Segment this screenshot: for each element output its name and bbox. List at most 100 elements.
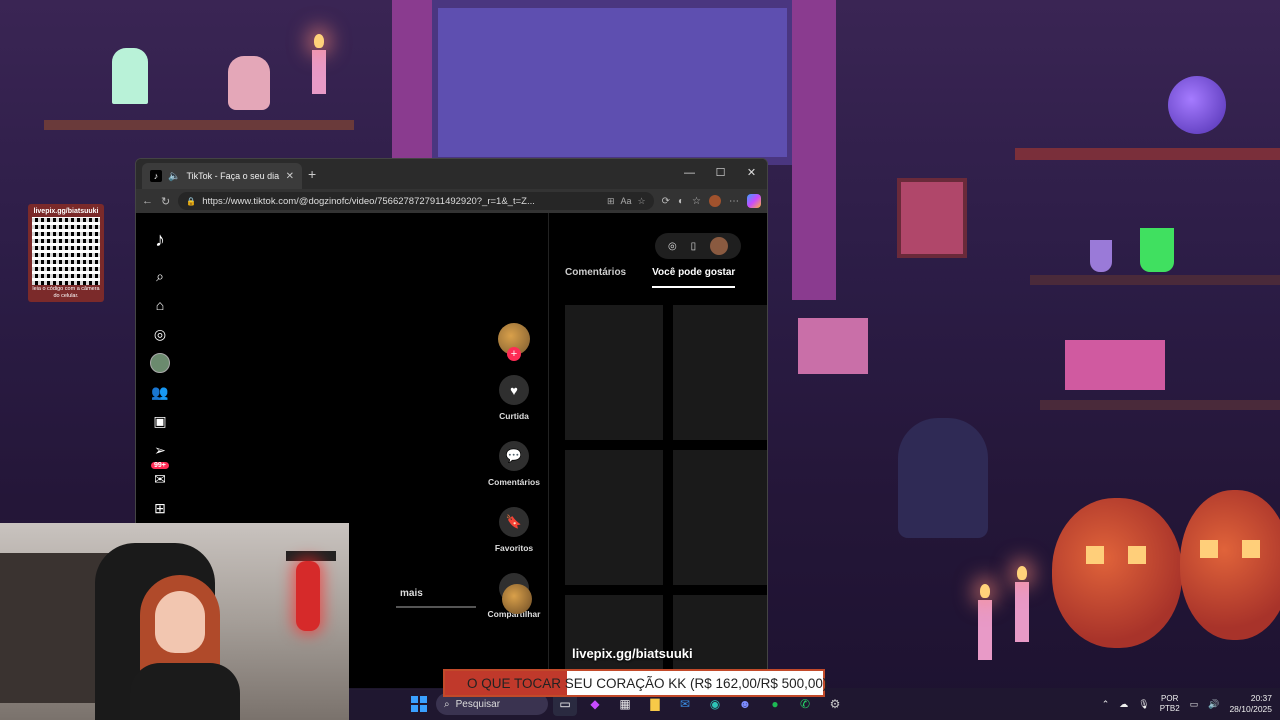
tab-title: TikTok - Faça o seu dia	[186, 171, 280, 181]
inbox-badge: 99+	[151, 462, 169, 469]
top-controls: ◎ ▯	[655, 233, 741, 259]
upload-icon[interactable]: ⊞	[149, 497, 171, 519]
address-bar-row: ← ↻ 🔒 https://www.tiktok.com/@dogzinofc/…	[136, 189, 767, 213]
music-disc-icon[interactable]	[502, 584, 532, 614]
video-thumbnail[interactable]	[565, 305, 663, 440]
bg-curtain-left	[392, 0, 432, 180]
bg-flame-3	[1017, 566, 1027, 580]
url-text[interactable]: https://www.tiktok.com/@dogzinofc/video/…	[202, 196, 601, 207]
favorite-star-icon[interactable]: ☆	[638, 196, 646, 207]
video-thumbnail[interactable]	[673, 450, 767, 585]
bg-shelf	[44, 120, 354, 130]
close-icon[interactable]: ✕	[736, 159, 767, 189]
video-thumbnail[interactable]	[673, 305, 767, 440]
heart-icon[interactable]: ♥	[499, 375, 529, 405]
profile-nav-icon[interactable]	[149, 352, 171, 374]
window-controls: — ☐ ✕	[674, 159, 767, 189]
favorites-icon[interactable]: ☆	[692, 196, 701, 207]
bg-green-flask	[1140, 228, 1174, 272]
bookmark-icon[interactable]: 🔖	[498, 507, 529, 537]
address-bar[interactable]: 🔒 https://www.tiktok.com/@dogzinofc/vide…	[178, 192, 654, 210]
comment-action[interactable]: 💬 Comentários	[488, 441, 540, 487]
language-indicator[interactable]: POR PTB2	[1160, 694, 1180, 714]
settings-icon[interactable]: ⚙	[823, 692, 847, 716]
volume-icon[interactable]: 🔊	[1208, 699, 1219, 710]
system-tray: ⌃ ☁ 🎙 POR PTB2 ▭ 🔊 20:37 28/10/2025	[1102, 688, 1272, 720]
refresh-icon[interactable]: ↻	[161, 195, 170, 208]
explore-icon[interactable]: ◎	[149, 323, 171, 345]
maximize-icon[interactable]: ☐	[705, 159, 736, 189]
split-screen-icon[interactable]: ◐	[678, 196, 684, 207]
livepix-link-text: livepix.gg/biatsuuki	[572, 646, 693, 661]
display-icon[interactable]: ▭	[1190, 699, 1199, 710]
profile-avatar[interactable]	[709, 195, 721, 207]
tiktok-logo-icon[interactable]: ♪	[149, 229, 171, 251]
tab-close-icon[interactable]: ✕	[286, 171, 294, 182]
lock-icon[interactable]: 🔒	[186, 197, 196, 206]
search-icon[interactable]: ⌕	[149, 265, 171, 287]
live-icon[interactable]: ▣	[149, 410, 171, 432]
lang-top: POR	[1161, 694, 1179, 703]
new-tab-icon[interactable]: +	[308, 166, 316, 182]
bg-skull	[228, 56, 270, 110]
search-placeholder: Pesquisar	[455, 698, 501, 710]
inbox-icon[interactable]: 99+ ✉	[149, 462, 171, 490]
bg-flask	[1090, 240, 1112, 272]
tab-bar: ♪ 🔈 TikTok - Faça o seu dia ✕ + — ☐ ✕	[136, 159, 767, 189]
recommended-grid	[565, 305, 767, 689]
like-action[interactable]: ♥ Curtida	[499, 375, 529, 421]
webcam-person-body	[130, 663, 240, 720]
bg-curtain-right	[792, 0, 836, 300]
clock[interactable]: 20:37 28/10/2025	[1229, 693, 1272, 715]
apps-icon[interactable]: ⊞	[607, 196, 615, 207]
favorite-action[interactable]: 🔖 Favoritos	[495, 507, 533, 553]
webcam-microphone	[296, 561, 320, 631]
minimize-icon[interactable]: —	[674, 159, 705, 189]
browser-tab[interactable]: ♪ 🔈 TikTok - Faça o seu dia ✕	[142, 163, 302, 189]
webcam-mic-arm	[286, 551, 336, 561]
more-link[interactable]: mais	[400, 588, 423, 599]
webcam-overlay	[0, 523, 349, 720]
video-progress-bar[interactable]	[396, 606, 476, 608]
follow-plus-icon[interactable]: +	[507, 347, 521, 361]
tab-you-may-like[interactable]: Você pode gostar	[652, 267, 736, 288]
read-aloud-icon[interactable]: Aa	[621, 196, 632, 206]
send-icon[interactable]: ➢	[149, 439, 171, 461]
back-icon[interactable]: ←	[142, 195, 153, 207]
bg-shelf-right-3	[1040, 400, 1280, 410]
chevron-up-icon[interactable]: ⌃	[1102, 699, 1110, 710]
comment-icon[interactable]: 💬	[499, 441, 529, 471]
livepix-qr-widget: livepix.gg/biatsuuki leia o código com a…	[28, 204, 104, 302]
home-icon[interactable]: ⌂	[149, 294, 171, 316]
tiktok-favicon-icon: ♪	[150, 170, 162, 182]
bg-cat-picture	[897, 178, 967, 258]
following-icon[interactable]: 👥	[149, 381, 171, 403]
mic-tray-icon[interactable]: 🎙	[1138, 699, 1149, 710]
bg-flame-2	[980, 584, 990, 598]
copilot-icon[interactable]	[747, 194, 761, 208]
bg-books	[798, 318, 868, 374]
compass-icon[interactable]: ◎	[668, 241, 677, 252]
like-label: Curtida	[499, 411, 529, 421]
tab-comments[interactable]: Comentários	[565, 267, 626, 288]
search-icon: ⌕	[444, 698, 450, 710]
webcam-person-face	[155, 591, 205, 653]
video-thumbnail[interactable]	[565, 450, 663, 585]
clock-time: 20:37	[1250, 693, 1272, 703]
comment-label: Comentários	[488, 477, 540, 487]
more-options-icon[interactable]: ⋯	[729, 196, 739, 207]
user-avatar[interactable]	[710, 237, 729, 255]
device-icon[interactable]: ▯	[691, 241, 697, 252]
bg-box	[1065, 340, 1165, 390]
windows-start-icon[interactable]	[411, 696, 427, 712]
speaker-icon[interactable]: 🔈	[168, 171, 180, 182]
bg-pumpkin-right	[1180, 490, 1280, 640]
lang-bottom: PTB2	[1159, 704, 1180, 713]
creator-avatar[interactable]: +	[498, 323, 530, 361]
bg-shelf-right-2	[1030, 275, 1280, 285]
cloud-icon[interactable]: ☁	[1119, 699, 1128, 710]
extensions-icon[interactable]: ⟳	[662, 196, 670, 207]
bg-ghost	[112, 48, 148, 104]
favorite-label: Favoritos	[494, 543, 534, 553]
qr-code-icon	[32, 217, 100, 285]
